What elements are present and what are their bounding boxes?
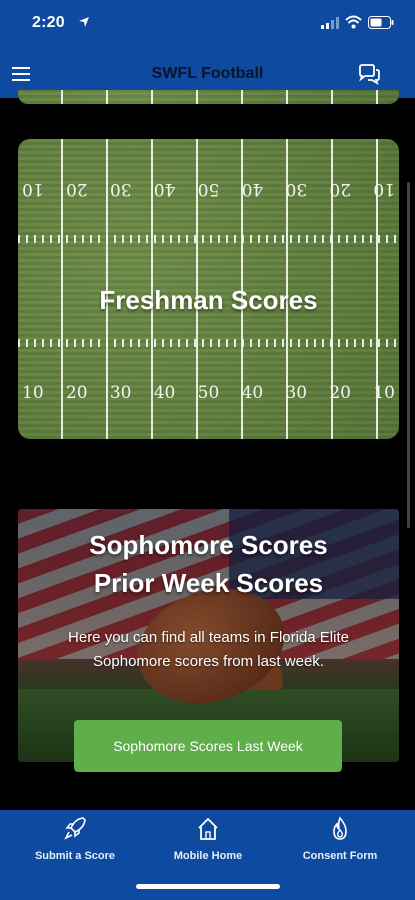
sophomore-scores-title: Sophomore Scores Prior Week Scores: [18, 526, 399, 602]
freshman-scores-title: Freshman Scores: [99, 285, 318, 315]
yard-numbers-bottom: 10 20 30 40 50 40 30 20 10: [18, 383, 399, 403]
nav-mobile-home-label: Mobile Home: [173, 850, 243, 862]
yard-number: 40: [241, 383, 264, 403]
location-arrow-icon: [79, 17, 89, 27]
sophomore-description: Here you can find all teams in Florida E…: [68, 629, 349, 670]
yard-number: 40: [153, 179, 176, 199]
wifi-icon: [345, 15, 362, 29]
home-indicator[interactable]: [136, 884, 280, 889]
yard-number: 10: [373, 383, 395, 403]
yard-number: 30: [285, 179, 308, 199]
flame-icon: [333, 816, 347, 840]
nav-consent-form-label: Consent Form: [302, 850, 378, 862]
battery-icon: [368, 16, 394, 29]
yard-number: 40: [241, 179, 264, 199]
top-bar: 2:20 SWFL Football: [0, 0, 415, 98]
yard-number: 10: [373, 179, 395, 199]
yard-number: 10: [22, 179, 44, 199]
sophomore-title-line1: Sophomore Scores: [89, 530, 328, 560]
sophomore-title-line2: Prior Week Scores: [93, 568, 324, 598]
yard-number: 10: [22, 383, 44, 403]
nav-consent-form[interactable]: Consent Form: [271, 810, 409, 882]
yard-numbers-top: 10 20 30 40 50 40 30 20 10: [18, 179, 399, 199]
rocket-icon: [64, 817, 86, 840]
yard-number: 30: [109, 179, 132, 199]
previous-card-peek[interactable]: [18, 90, 399, 104]
freshman-scores-card[interactable]: 10 20 30 40 50 40 30 20 10 Freshman Scor…: [18, 139, 399, 439]
nav-submit-score[interactable]: Submit a Score: [6, 810, 144, 882]
status-bar: 2:20: [0, 0, 415, 46]
yard-number: 20: [329, 179, 352, 199]
yard-number: 30: [285, 383, 308, 403]
yard-number: 40: [153, 383, 176, 403]
yard-number: 50: [197, 179, 220, 199]
page-title: SWFL Football: [151, 65, 264, 82]
sophomore-scores-last-week-button[interactable]: Sophomore Scores Last Week: [74, 720, 342, 772]
yard-number: 20: [66, 179, 88, 199]
yard-number: 20: [65, 383, 88, 403]
chat-bubbles-icon[interactable]: [357, 63, 381, 85]
hash-marks-upper: [18, 235, 399, 243]
cellular-signal-icon: [321, 17, 339, 29]
yard-number: 20: [329, 383, 351, 403]
status-time: 2:20: [32, 14, 65, 31]
hash-marks-lower: [18, 339, 399, 347]
yard-number: 30: [109, 383, 132, 403]
yard-number: 50: [197, 383, 220, 403]
scrollbar[interactable]: [407, 182, 410, 528]
nav-mobile-home[interactable]: Mobile Home: [139, 810, 277, 882]
nav-submit-score-label: Submit a Score: [34, 850, 116, 862]
home-icon: [198, 817, 218, 840]
